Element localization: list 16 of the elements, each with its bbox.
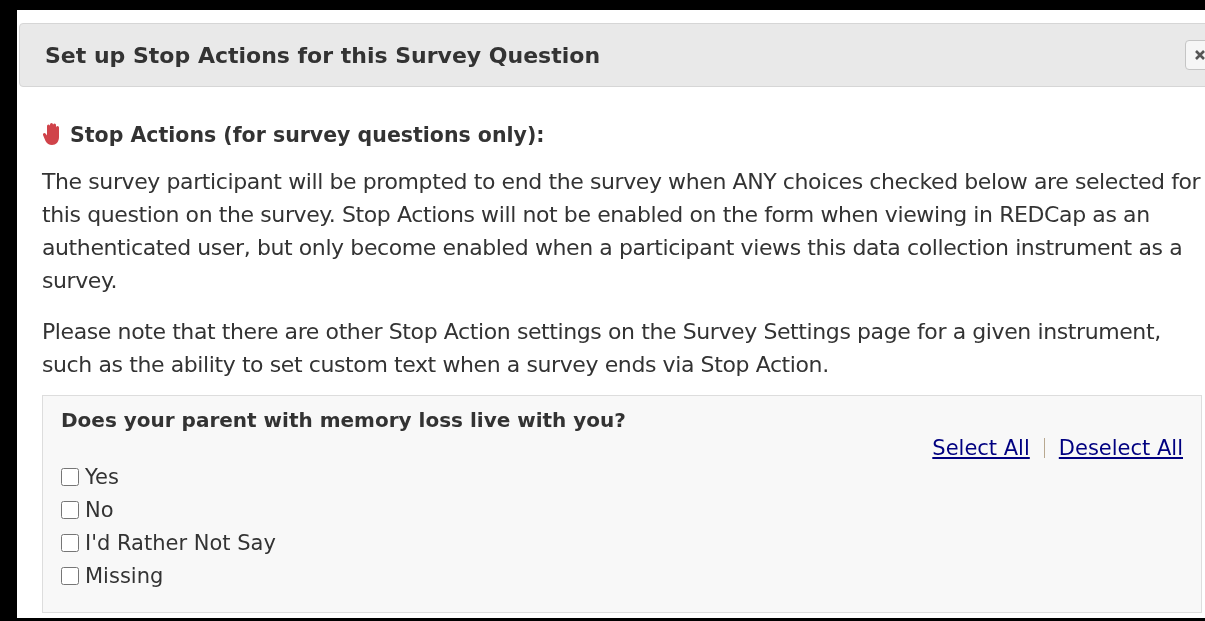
select-link[interactable]: Deselect All: [1058, 436, 1183, 460]
dialog-title: Set up Stop Actions for this Survey Question: [45, 42, 601, 68]
choice-label: Missing: [85, 563, 164, 588]
choice-checkbox[interactable]: [61, 533, 79, 552]
choice-checkbox[interactable]: [61, 467, 79, 486]
choice-checkbox[interactable]: [61, 566, 79, 585]
section-heading: Stop Actions (for survey questions only):: [70, 123, 545, 147]
description-text: Please note that there are other Stop Action settings on the Survey Settings page for a given instrument, such as the ability to set custom text when a survey ends via Stop Action.: [42, 318, 1162, 379]
description-text: The survey participant will be prompted to end the survey when ANY choices checked below are selected for this question on the survey. Stop Actions will not be enabled on the form when viewing in REDCap as an authenticated user, but only become enabled when a participant views this data collection instrument as a survey.: [42, 168, 1202, 295]
select-link[interactable]: Select All: [932, 436, 1030, 460]
question-label: Does your parent with memory loss live with you?: [61, 408, 627, 432]
choice-label: I'd Rather Not Say: [85, 530, 276, 555]
choice-label: Yes: [85, 464, 119, 489]
close-icon: [1194, 49, 1205, 61]
choice-label: No: [85, 497, 114, 522]
choice-checkbox[interactable]: [61, 500, 79, 519]
